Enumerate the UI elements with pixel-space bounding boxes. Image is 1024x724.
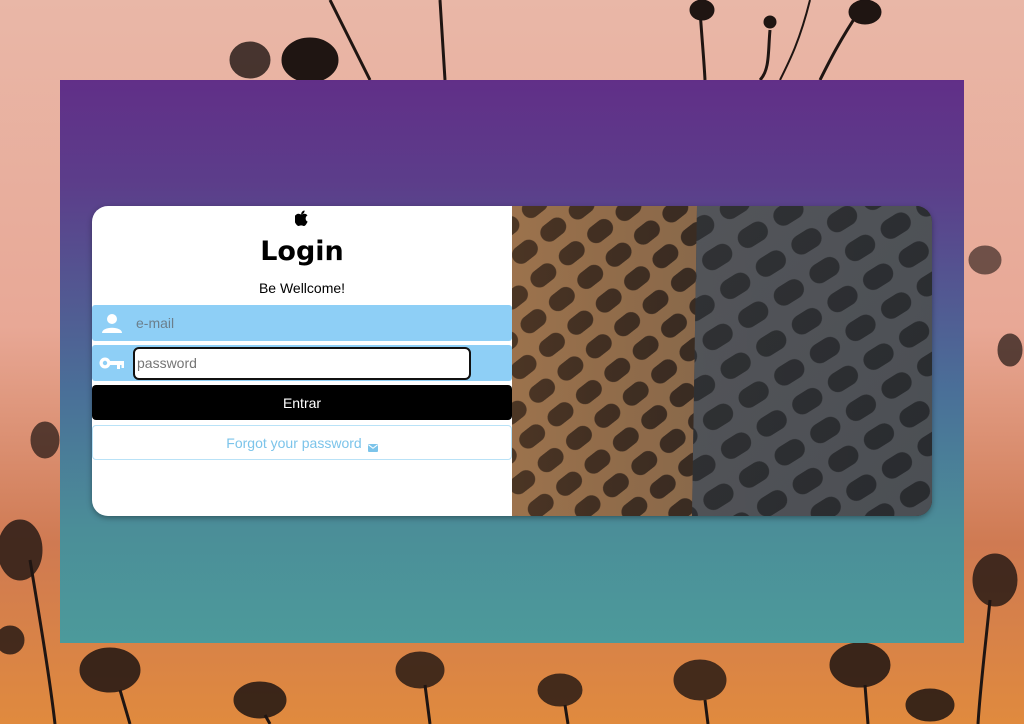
email-field — [92, 305, 512, 341]
email-input[interactable] — [132, 308, 502, 338]
mail-icon — [367, 439, 378, 452]
welcome-text: Be Wellcome! — [258, 280, 346, 296]
page-title: Login — [260, 236, 344, 267]
submit-button[interactable]: Entrar — [92, 385, 512, 420]
login-card: Login Be Wellcome! e-mail Entrar Forgot … — [92, 206, 932, 516]
password-input-box — [133, 346, 471, 380]
password-input[interactable] — [135, 350, 465, 376]
login-form: Login Be Wellcome! e-mail Entrar Forgot … — [92, 206, 512, 516]
user-icon — [92, 305, 132, 341]
forgot-password-label: Forgot your password — [226, 434, 362, 451]
password-field — [92, 345, 512, 381]
architecture-image — [512, 206, 932, 516]
forgot-password-link[interactable]: Forgot your password — [92, 425, 512, 460]
key-icon — [92, 345, 132, 381]
apple-icon — [92, 210, 512, 230]
